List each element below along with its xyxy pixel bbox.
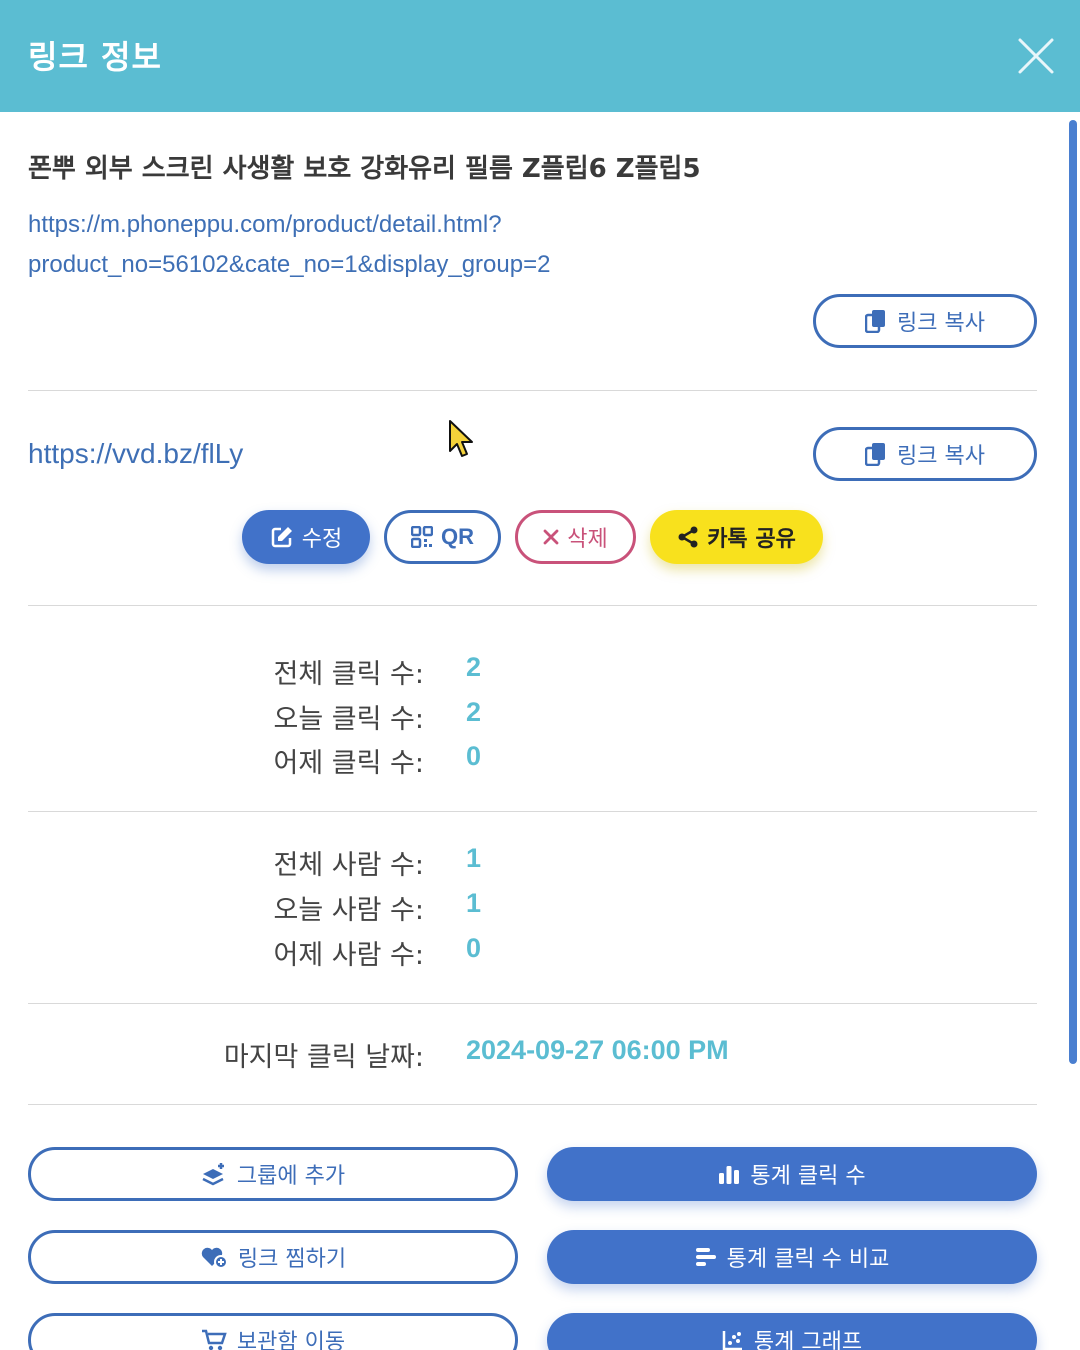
stats-graph-label: 통계 그래프 [753,1330,863,1350]
layers-icon [201,1162,227,1186]
stat-value: 1 [466,888,482,918]
scatter-icon [722,1329,744,1350]
share-icon [677,526,699,548]
kakao-share-button[interactable]: 카톡 공유 [650,510,823,564]
stat-today-people: 오늘 사람 수: 1 [0,888,1080,926]
list-bars-icon [695,1246,717,1268]
stat-today-clicks: 오늘 클릭 수: 2 [0,697,1080,735]
stat-label: 오늘 클릭 수: [273,704,424,735]
stat-value: 2 [466,697,482,727]
short-url[interactable]: https://vvd.bz/flLy [28,438,243,470]
modal-header: 링크 정보 [0,0,1080,112]
stat-value: 0 [466,741,482,771]
cart-icon [201,1328,227,1350]
stats-clicks-label: 통계 클릭 수 [750,1164,866,1189]
stat-yesterday-clicks: 어제 클릭 수: 0 [0,741,1080,779]
stat-label: 오늘 사람 수: [273,895,424,926]
add-to-group-label: 그룹에 추가 [236,1164,346,1189]
edit-button[interactable]: 수정 [242,510,370,564]
add-to-group-button[interactable]: 그룹에 추가 [28,1147,518,1201]
stats-compare-button[interactable]: 통계 클릭 수 비교 [547,1230,1037,1284]
heart-icon [200,1245,228,1269]
original-url-line1[interactable]: https://m.phoneppu.com/product/detail.ht… [28,205,728,245]
close-icon[interactable] [1016,36,1056,76]
qr-label: QR [441,524,474,549]
stat-value: 1 [466,843,482,873]
stat-value: 2024-09-27 06:00 PM [466,1035,729,1065]
product-title: 폰뿌 외부 스크린 사생활 보호 강화유리 필름 Z플립6 Z플립5 [28,154,701,184]
divider [28,390,1037,391]
qr-icon [411,526,433,548]
divider [28,811,1037,812]
stats-graph-button[interactable]: 통계 그래프 [547,1313,1037,1350]
modal-title: 링크 정보 [28,38,162,76]
copy-button-label: 링크 복사 [897,311,985,336]
stat-label: 어제 사람 수: [273,940,424,971]
edit-icon [270,525,294,549]
delete-label: 삭제 [567,527,608,552]
copy-original-link-button[interactable]: 링크 복사 [813,294,1037,348]
stat-label: 마지막 클릭 날짜: [223,1042,424,1073]
stat-total-people: 전체 사람 수: 1 [0,843,1080,881]
divider [28,1003,1037,1004]
x-icon [543,529,559,545]
favorite-link-label: 링크 찜하기 [237,1247,347,1272]
bar-chart-icon [718,1163,740,1185]
stat-last-click-date: 마지막 클릭 날짜: 2024-09-27 06:00 PM [0,1035,1080,1073]
favorite-link-button[interactable]: 링크 찜하기 [28,1230,518,1284]
stat-label: 전체 사람 수: [273,850,424,881]
divider [28,1104,1037,1105]
stats-compare-label: 통계 클릭 수 비교 [726,1247,890,1272]
divider [28,605,1037,606]
stat-total-clicks: 전체 클릭 수: 2 [0,652,1080,690]
stats-clicks-button[interactable]: 통계 클릭 수 [547,1147,1037,1201]
stat-yesterday-people: 어제 사람 수: 0 [0,933,1080,971]
copy-icon [865,309,887,333]
delete-button[interactable]: 삭제 [515,510,636,564]
move-to-archive-label: 보관함 이동 [236,1330,346,1350]
original-url-line2[interactable]: product_no=56102&cate_no=1&display_group… [28,245,728,285]
stat-label: 전체 클릭 수: [273,659,424,690]
kakao-share-label: 카톡 공유 [707,527,796,552]
copy-button-label: 링크 복사 [897,444,985,469]
stat-value: 0 [466,933,482,963]
copy-icon [865,442,887,466]
stat-label: 어제 클릭 수: [273,748,424,779]
stat-value: 2 [466,652,482,682]
qr-button[interactable]: QR [384,510,501,564]
copy-short-link-button[interactable]: 링크 복사 [813,427,1037,481]
cursor-icon [448,419,476,459]
move-to-archive-button[interactable]: 보관함 이동 [28,1313,518,1350]
edit-label: 수정 [301,527,343,552]
original-url[interactable]: https://m.phoneppu.com/product/detail.ht… [28,205,728,285]
